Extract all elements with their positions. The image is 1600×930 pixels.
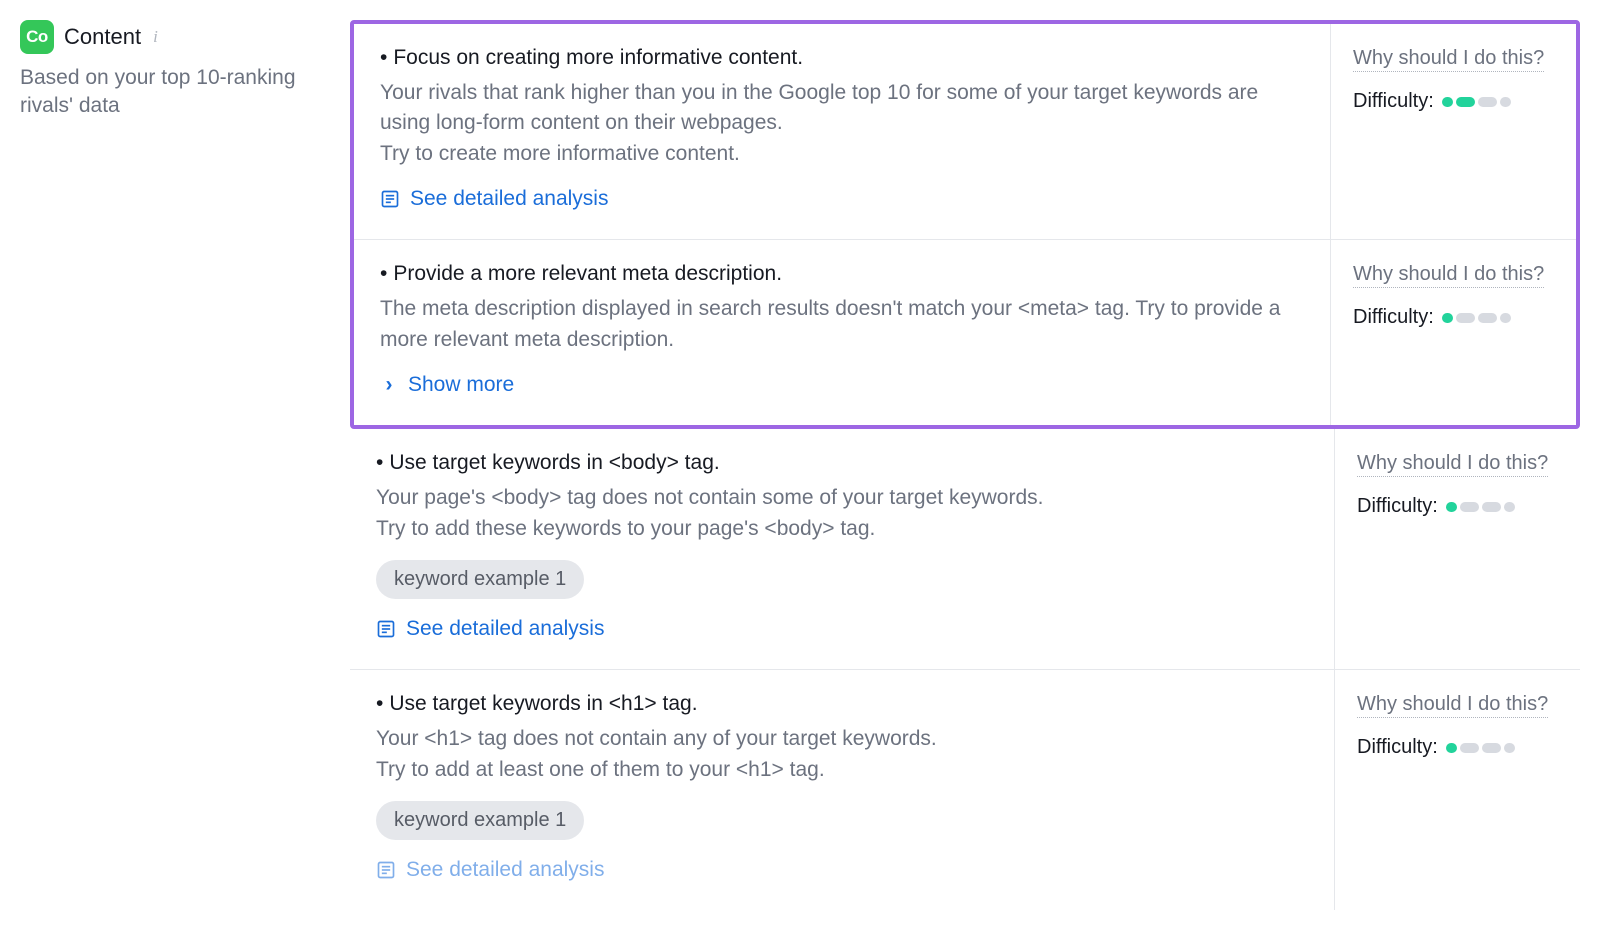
sidebar: Co Content i Based on your top 10-rankin… xyxy=(20,20,350,910)
difficulty-label: Difficulty: xyxy=(1357,495,1438,518)
difficulty-label: Difficulty: xyxy=(1353,90,1434,113)
see-detailed-analysis-link[interactable]: See detailed analysis xyxy=(380,187,1304,211)
recommendation-row: •Provide a more relevant meta descriptio… xyxy=(354,239,1576,425)
chevron-right-icon: › xyxy=(380,373,398,397)
recommendations-list: •Focus on creating more informative cont… xyxy=(350,20,1580,910)
analysis-icon xyxy=(376,860,396,880)
keyword-chip[interactable]: keyword example 1 xyxy=(376,560,584,599)
recommendation-content: •Provide a more relevant meta descriptio… xyxy=(354,240,1331,425)
recommendation-title: •Use target keywords in <body> tag. xyxy=(376,451,1308,475)
recommendation-title: •Focus on creating more informative cont… xyxy=(380,46,1304,70)
difficulty-row: Difficulty: xyxy=(1353,90,1558,113)
recommendation-content: •Focus on creating more informative cont… xyxy=(354,24,1331,239)
recommendation-meta: Why should I do this? Difficulty: xyxy=(1331,240,1576,425)
difficulty-row: Difficulty: xyxy=(1353,306,1558,329)
recommendation-description: Your rivals that rank higher than you in… xyxy=(380,78,1304,169)
recommendation-row: •Use target keywords in <body> tag. Your… xyxy=(350,429,1580,669)
difficulty-label: Difficulty: xyxy=(1357,736,1438,759)
difficulty-meter xyxy=(1446,502,1515,512)
difficulty-row: Difficulty: xyxy=(1357,736,1562,759)
why-link[interactable]: Why should I do this? xyxy=(1353,47,1544,72)
see-detailed-analysis-link[interactable]: See detailed analysis xyxy=(376,858,1308,882)
recommendation-title: •Use target keywords in <h1> tag. xyxy=(376,692,1308,716)
recommendation-meta: Why should I do this? Difficulty: xyxy=(1331,24,1576,239)
why-link[interactable]: Why should I do this? xyxy=(1357,452,1548,477)
analysis-icon xyxy=(380,189,400,209)
analysis-icon xyxy=(376,619,396,639)
recommendation-meta: Why should I do this? Difficulty: xyxy=(1335,670,1580,910)
why-link[interactable]: Why should I do this? xyxy=(1357,693,1548,718)
info-icon[interactable]: i xyxy=(153,27,158,47)
difficulty-meter xyxy=(1442,97,1511,107)
difficulty-meter xyxy=(1446,743,1515,753)
recommendation-description: Your page's <body> tag does not contain … xyxy=(376,483,1308,544)
keyword-chip[interactable]: keyword example 1 xyxy=(376,801,584,840)
difficulty-row: Difficulty: xyxy=(1357,495,1562,518)
recommendation-row: •Use target keywords in <h1> tag. Your <… xyxy=(350,669,1580,910)
why-link[interactable]: Why should I do this? xyxy=(1353,263,1544,288)
recommendation-title: •Provide a more relevant meta descriptio… xyxy=(380,262,1304,286)
recommendation-meta: Why should I do this? Difficulty: xyxy=(1335,429,1580,669)
sidebar-subtitle: Based on your top 10-ranking rivals' dat… xyxy=(20,64,350,121)
recommendation-description: Your <h1> tag does not contain any of yo… xyxy=(376,724,1308,785)
see-detailed-analysis-link[interactable]: See detailed analysis xyxy=(376,617,1308,641)
recommendation-content: •Use target keywords in <body> tag. Your… xyxy=(350,429,1335,669)
recommendation-content: •Use target keywords in <h1> tag. Your <… xyxy=(350,670,1335,910)
recommendation-description: The meta description displayed in search… xyxy=(380,294,1304,355)
difficulty-meter xyxy=(1442,313,1511,323)
show-more-link[interactable]: › Show more xyxy=(380,373,1304,397)
link-label: Show more xyxy=(408,373,514,397)
link-label: See detailed analysis xyxy=(410,187,608,211)
link-label: See detailed analysis xyxy=(406,617,604,641)
link-label: See detailed analysis xyxy=(406,858,604,882)
difficulty-label: Difficulty: xyxy=(1353,306,1434,329)
recommendation-row: •Focus on creating more informative cont… xyxy=(354,24,1576,239)
highlighted-group: •Focus on creating more informative cont… xyxy=(350,20,1580,429)
sidebar-title: Content xyxy=(64,24,141,50)
sidebar-header: Co Content i xyxy=(20,20,350,54)
content-badge-icon: Co xyxy=(20,20,54,54)
